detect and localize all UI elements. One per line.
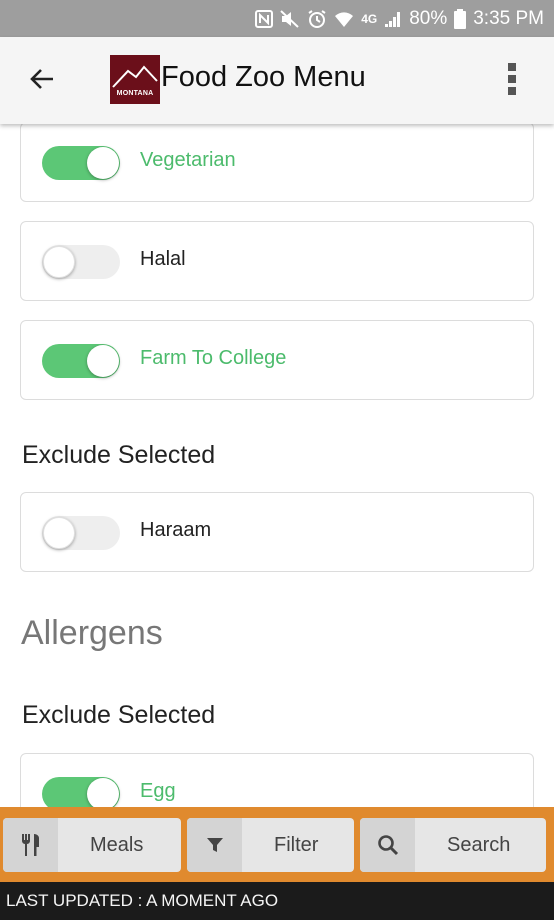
toggle-knob — [87, 147, 119, 179]
more-vert-icon — [507, 62, 517, 101]
egg-toggle[interactable] — [42, 777, 120, 807]
wifi-icon — [334, 10, 354, 28]
farm-to-college-toggle[interactable] — [42, 344, 120, 378]
nfc-icon — [255, 9, 274, 28]
tab-label: Filter — [274, 834, 319, 856]
option-card-halal[interactable]: Halal — [20, 221, 534, 301]
tab-search[interactable]: Search — [360, 818, 546, 872]
haraam-toggle[interactable] — [42, 516, 120, 550]
bottom-tab-bar: Meals Filter Search — [0, 807, 554, 882]
last-updated-footer: LAST UPDATED : A MOMENT AGO — [0, 882, 554, 920]
filter-icon — [187, 818, 242, 872]
toggle-knob — [43, 517, 75, 549]
overflow-menu-button[interactable] — [496, 61, 528, 101]
vegetarian-toggle[interactable] — [42, 146, 120, 180]
clock: 3:35 PM — [473, 7, 544, 29]
toggle-knob — [87, 345, 119, 377]
status-bar: 4G 80% 3:35 PM — [0, 0, 554, 37]
back-button[interactable] — [22, 61, 62, 101]
alarm-icon — [307, 9, 327, 29]
toggle-knob — [87, 778, 119, 807]
option-label: Vegetarian — [140, 149, 236, 171]
app-screen: 4G 80% 3:35 PM MONTANA Food Zoo Menu Veg… — [0, 0, 554, 920]
option-label: Halal — [140, 248, 186, 270]
allergens-exclude-heading: Exclude Selected — [22, 701, 216, 729]
toggle-knob — [43, 246, 75, 278]
exclude-selected-heading: Exclude Selected — [22, 441, 216, 469]
option-label: Haraam — [140, 519, 212, 541]
filter-content[interactable]: Vegetarian Halal Farm To College Exclude… — [0, 124, 554, 807]
battery-icon — [454, 8, 467, 29]
tab-label: Meals — [90, 834, 144, 856]
app-bar: MONTANA Food Zoo Menu — [0, 37, 554, 124]
back-arrow-icon — [29, 67, 55, 96]
signal-icon — [384, 10, 402, 28]
logo-text: MONTANA — [116, 90, 154, 97]
option-label: Farm To College — [140, 347, 287, 369]
search-icon — [360, 818, 415, 872]
mute-icon — [280, 9, 300, 28]
option-card-haraam[interactable]: Haraam — [20, 492, 534, 572]
option-card-farm-to-college[interactable]: Farm To College — [20, 320, 534, 400]
last-updated-text: LAST UPDATED : A MOMENT AGO — [6, 891, 279, 910]
option-card-egg[interactable]: Egg — [20, 753, 534, 807]
montana-logo: MONTANA — [110, 55, 160, 104]
option-label: Egg — [140, 780, 176, 802]
tab-filter[interactable]: Filter — [187, 818, 354, 872]
option-card-vegetarian[interactable]: Vegetarian — [20, 124, 534, 202]
halal-toggle[interactable] — [42, 245, 120, 279]
tab-label: Search — [447, 834, 511, 856]
tab-meals[interactable]: Meals — [3, 818, 181, 872]
app-title: Food Zoo Menu — [161, 61, 366, 93]
battery-percent: 80% — [409, 7, 448, 29]
lte-icon: 4G — [361, 11, 378, 26]
allergens-heading: Allergens — [21, 614, 163, 652]
utensils-icon — [3, 818, 58, 872]
